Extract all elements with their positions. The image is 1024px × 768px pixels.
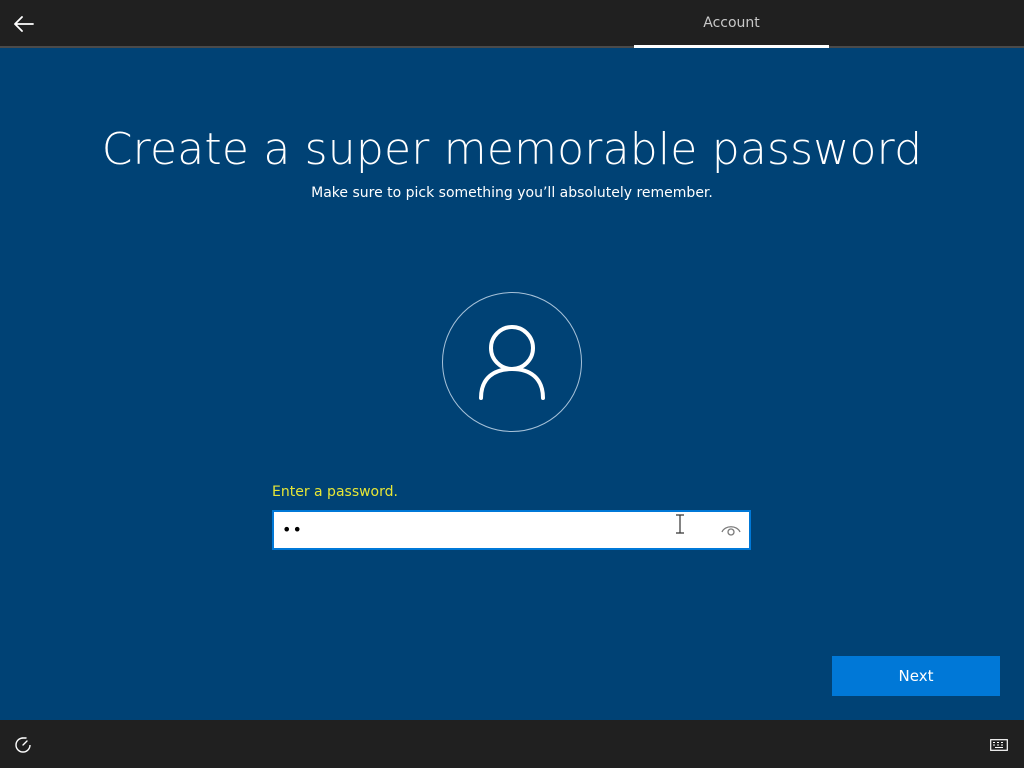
next-button[interactable]: Next	[832, 656, 1000, 696]
keyboard-button[interactable]	[988, 736, 1010, 754]
page-title: Create a super memorable password	[101, 124, 923, 175]
top-bar: Account	[0, 0, 1024, 48]
tab-account-indicator	[634, 45, 829, 48]
tab-account[interactable]: Account	[634, 0, 829, 46]
ease-of-access-icon	[15, 737, 31, 753]
reveal-password-button[interactable]	[719, 518, 743, 542]
bottom-bar	[0, 720, 1024, 768]
back-button[interactable]	[8, 8, 40, 40]
oobe-screen: Account Create a super memorable passwor…	[0, 0, 1024, 768]
avatar	[442, 292, 582, 432]
password-input[interactable]	[282, 512, 702, 548]
text-cursor-icon	[676, 514, 684, 534]
password-field-container	[272, 510, 751, 550]
eye-icon	[721, 526, 741, 536]
keyboard-icon	[990, 739, 1008, 751]
password-label: Enter a password.	[272, 484, 398, 500]
page-subtitle: Make sure to pick something you’ll absol…	[311, 185, 713, 201]
arrow-left-icon	[14, 16, 34, 32]
ease-of-access-button[interactable]	[12, 734, 34, 756]
user-icon	[479, 325, 545, 400]
